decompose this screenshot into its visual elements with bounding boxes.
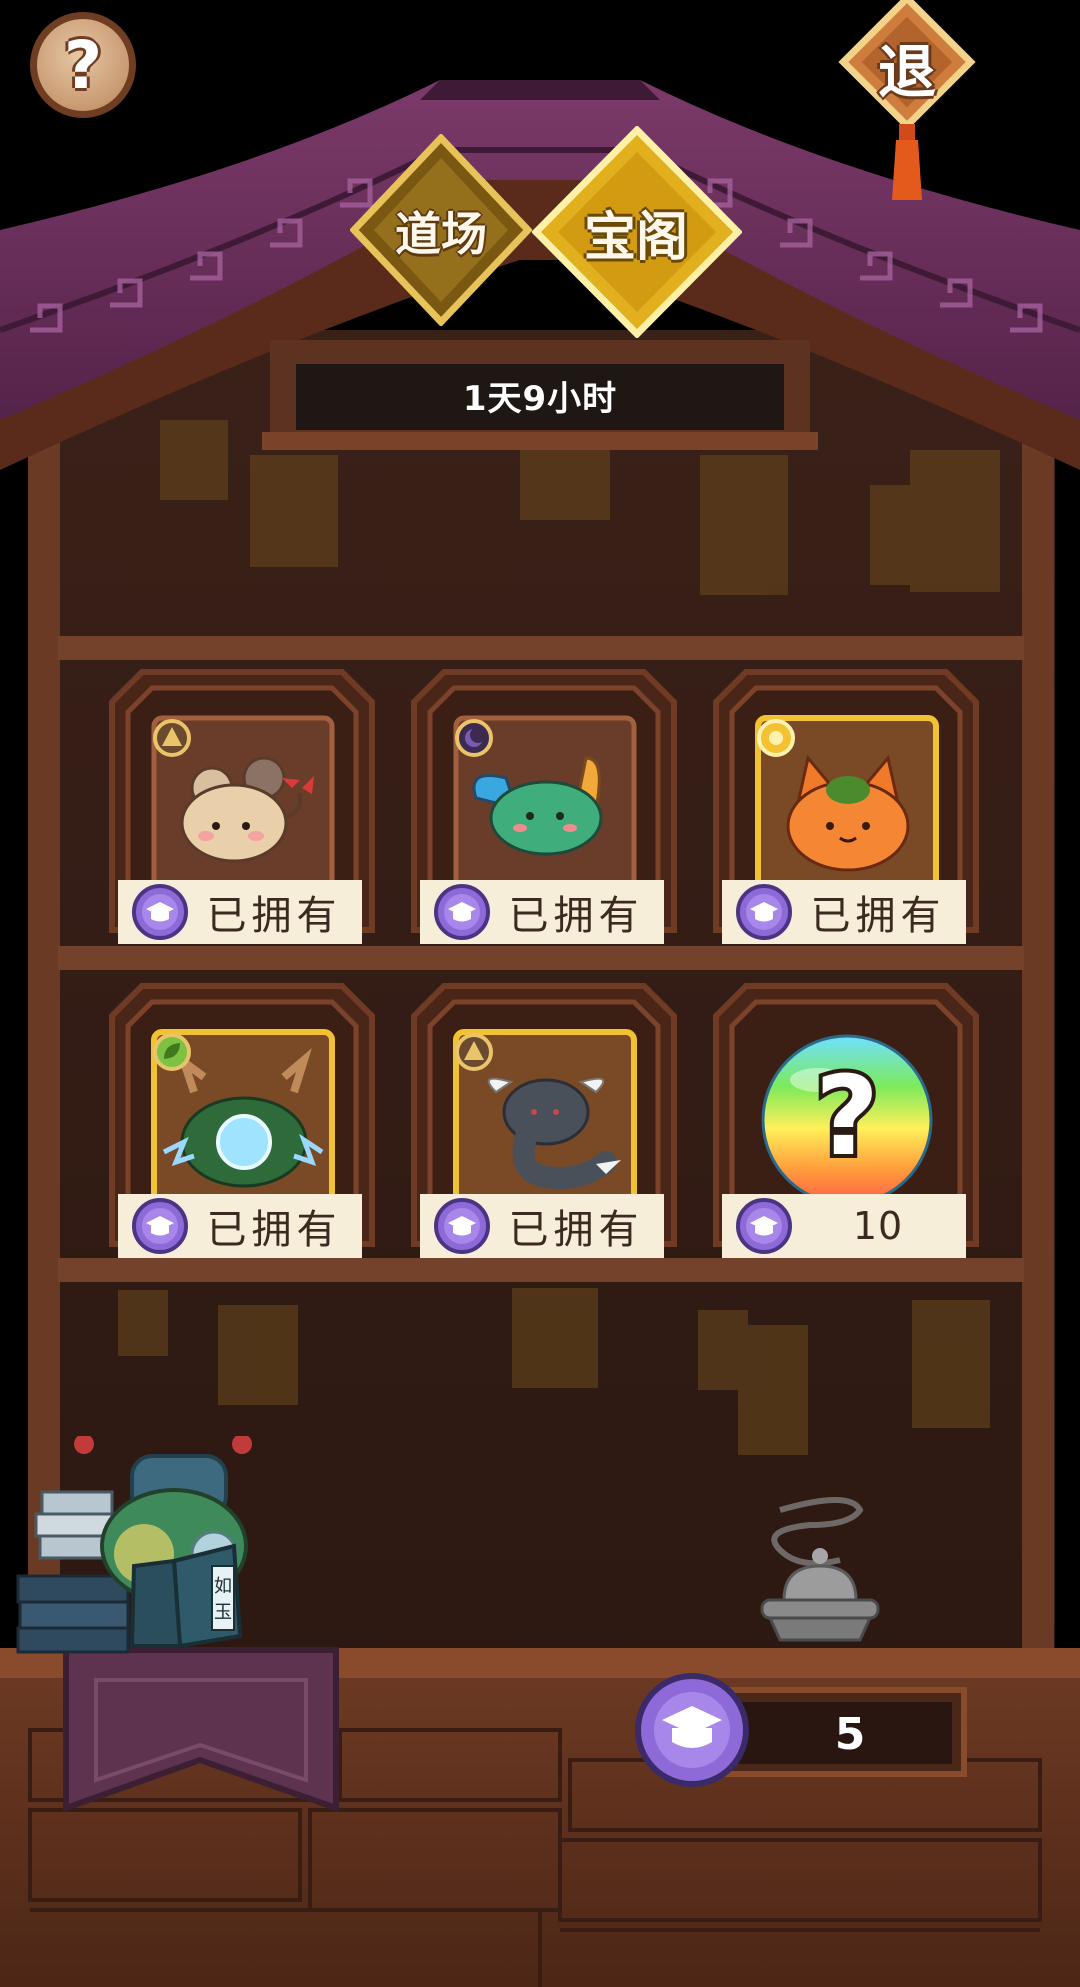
exit-label: 退 xyxy=(877,38,936,106)
sun-element-icon xyxy=(757,719,795,757)
question-mark-icon: ? xyxy=(63,26,103,104)
tab-dojo-label: 道场 xyxy=(395,207,487,261)
shop-item-slot[interactable]: 已拥有 xyxy=(108,982,376,1262)
shop-item-slot[interactable]: 已拥有 xyxy=(712,668,980,948)
price-tag: 已拥有 xyxy=(118,1194,362,1258)
question-mark-icon: ? xyxy=(815,1052,879,1180)
graduation-cap-coin-icon xyxy=(635,1673,749,1787)
price-tag: 已拥有 xyxy=(118,880,362,944)
price-label: 已拥有 xyxy=(508,893,644,939)
graduation-cap-coin-icon xyxy=(434,1198,490,1254)
shop-item-slot[interactable]: 已拥有 xyxy=(108,668,376,948)
book-title: 玉 xyxy=(214,1602,232,1623)
price-label: 已拥有 xyxy=(206,1207,342,1253)
price-tag: 已拥有 xyxy=(722,880,966,944)
price-label: 10 xyxy=(852,1204,904,1248)
graduation-cap-coin-icon xyxy=(736,1198,792,1254)
graduation-cap-coin-icon xyxy=(132,1198,188,1254)
graduation-cap-coin-icon xyxy=(736,884,792,940)
shopkeeper-character: 如 玉 xyxy=(16,1436,252,1654)
price-tag: 已拥有 xyxy=(420,880,664,944)
shop-item-slot[interactable]: 已拥有 xyxy=(410,668,678,948)
price-label: 已拥有 xyxy=(810,893,946,939)
book-title: 如 xyxy=(214,1576,232,1597)
price-label: 已拥有 xyxy=(206,893,342,939)
graduation-cap-coin-icon xyxy=(434,884,490,940)
tab-treasure-label: 宝阁 xyxy=(583,207,688,268)
price-label: 已拥有 xyxy=(508,1207,644,1253)
earth-element-icon xyxy=(153,719,191,757)
shop-item-slot[interactable]: ? 10 xyxy=(712,982,980,1262)
price-tag: 已拥有 xyxy=(420,1194,664,1258)
shop-item-slot[interactable]: 已拥有 xyxy=(410,982,678,1262)
refresh-timer: 1天9小时 xyxy=(462,378,618,419)
help-button[interactable]: ? xyxy=(30,12,136,118)
dark-element-icon xyxy=(455,719,493,757)
graduation-cap-coin-icon xyxy=(132,884,188,940)
incense-burner xyxy=(760,1497,880,1642)
price-tag: 10 xyxy=(722,1194,966,1258)
game-screen: ? 退 道场 宝阁 1天9小时 已拥有 已拥有 已拥有 已拥有 已拥有 ? 10… xyxy=(0,0,1080,1987)
currency-amount: 5 xyxy=(834,1708,866,1760)
mystery-egg: ? xyxy=(761,1034,933,1202)
leaf-element-icon xyxy=(153,1033,191,1071)
earth-element-icon xyxy=(455,1033,493,1071)
